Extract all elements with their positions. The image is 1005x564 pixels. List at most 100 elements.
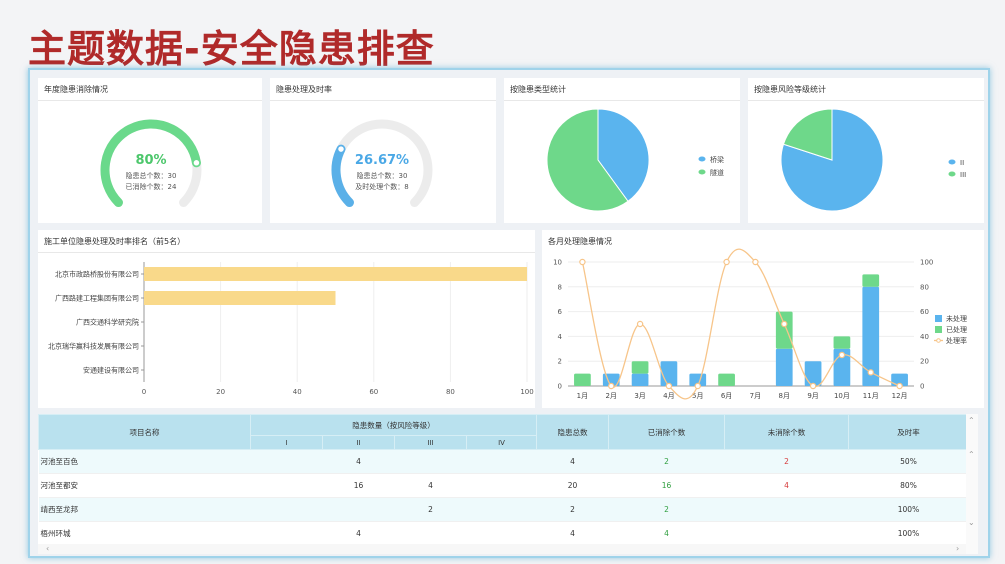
project-table-container[interactable]: 项目名称 隐患数量（按风险等级） 隐患总数 已消除个数 未消除个数 及时率 I … [38, 414, 978, 554]
cell-total: 4 [536, 449, 609, 474]
bar-processed[interactable] [775, 311, 793, 349]
annual-done: 已消除个数：24 [126, 182, 177, 191]
y-tick-label: 10 [553, 259, 562, 267]
project-name: 河池至百色 [38, 449, 251, 474]
monthly-panel: 各月处理隐患情况 0 2 4 6 8 10 0 20 40 60 80 100 1月 2月 3月 4月 5月 6月… [542, 230, 984, 408]
x-tick-label: 7月 [750, 392, 761, 400]
rate-point[interactable] [665, 382, 673, 390]
cell-level-i [250, 449, 323, 474]
table-row[interactable]: 河池至百色 4 4 2 2 50% [38, 449, 969, 474]
rate-point[interactable] [752, 258, 759, 266]
category-label: 北京瑞华赢科技发展有限公司 [48, 342, 139, 351]
cell-eliminated: 4 [608, 521, 725, 546]
cell-level-iii: 2 [394, 497, 467, 522]
y2-tick-label: 40 [920, 333, 929, 341]
timely-total: 隐患总个数：30 [357, 171, 408, 180]
horizontal-scrollbar[interactable]: ‹ › [38, 544, 966, 554]
annual-elimination-panel: 年度隐患消除情况 80% 隐患总个数：30 已消除个数：24 [38, 78, 262, 223]
x-tick-label: 8月 [779, 392, 790, 400]
col-header-rate: 及时率 [848, 414, 969, 450]
project-name: 梧州环城 [38, 521, 251, 546]
bar-processed[interactable] [833, 336, 851, 349]
legend-swatch [935, 315, 942, 322]
col-header-total: 隐患总数 [536, 414, 609, 450]
y2-tick-label: 60 [920, 308, 929, 316]
bar-unprocessed[interactable] [775, 348, 793, 386]
bar-processed[interactable] [718, 373, 735, 386]
scroll-up-icon[interactable]: ⌃ [968, 450, 975, 459]
rate-point[interactable] [608, 382, 615, 390]
cell-rate: 100% [848, 497, 969, 522]
x-tick-label: 0 [142, 388, 146, 396]
bar-processed[interactable] [631, 361, 649, 374]
x-tick-label: 40 [293, 388, 302, 396]
cell-pending: 2 [724, 449, 849, 474]
bar-processed[interactable] [862, 274, 880, 287]
cell-level-iii: 4 [394, 473, 467, 498]
annual-total: 隐患总个数：30 [126, 171, 177, 180]
legend-label: 隧道 [710, 168, 724, 177]
legend-swatch [698, 156, 706, 162]
scroll-up-icon[interactable]: ⌃ [968, 416, 975, 425]
rate-point[interactable] [809, 382, 817, 390]
cell-eliminated: 2 [608, 497, 725, 522]
cell-level-i [250, 521, 323, 546]
x-tick-label: 3月 [634, 392, 645, 400]
rate-point[interactable] [838, 351, 846, 359]
ranking-bar-chart: 0 20 40 60 80 100 北京市政路桥股份有限公司广西路建工程集团有限公司广西交通… [48, 262, 534, 396]
annual-gauge: 80% 隐患总个数：30 已消除个数：24 [100, 119, 202, 208]
bar-unprocessed[interactable] [804, 361, 822, 386]
cell-level-ii: 4 [322, 449, 395, 474]
bar-unprocessed[interactable] [631, 373, 649, 386]
cell-level-iv [466, 497, 537, 522]
legend-swatch [948, 159, 956, 165]
y-tick-label: 6 [558, 308, 563, 316]
cell-level-iv [466, 521, 537, 546]
ranking-panel: 施工单位隐患处理及时率排名（前5名） 0 20 40 60 80 100 北京市政路桥股份有… [38, 230, 535, 408]
y2-tick-label: 100 [920, 259, 933, 267]
cell-rate: 100% [848, 521, 969, 546]
cell-level-ii: 16 [322, 473, 395, 498]
rate-point[interactable] [694, 382, 701, 390]
risk-stats-panel: 按隐患风险等级统计 II III [748, 78, 984, 223]
legend-swatch [948, 171, 956, 177]
rate-point[interactable] [867, 369, 874, 376]
x-tick-label: 60 [369, 388, 378, 396]
category-label: 广西路建工程集团有限公司 [55, 294, 139, 303]
cell-level-iii [394, 521, 467, 546]
legend-label: II [960, 159, 964, 167]
y-tick-label: 0 [558, 383, 562, 391]
table-row[interactable]: 梧州环城 4 4 4 100% [38, 521, 969, 546]
rate-point[interactable] [636, 320, 644, 328]
timely-rate-panel: 隐患处理及时率 26.67% 隐患总个数：30 及时处理个数：8 [270, 78, 496, 223]
x-tick-label: 4月 [663, 392, 674, 400]
legend-label: III [960, 171, 966, 179]
col-header-pending: 未消除个数 [724, 414, 849, 450]
vertical-scrollbar[interactable]: ⌃ ⌃ ⌄ [966, 414, 978, 554]
y-tick-label: 8 [558, 283, 562, 291]
y-tick-label: 4 [558, 333, 563, 341]
project-name: 靖西至龙邦 [38, 497, 251, 522]
table-row[interactable]: 河池至都安 16 4 20 16 4 80% [38, 473, 969, 498]
col-header-count-group: 隐患数量（按风险等级） [250, 414, 537, 436]
rate-point[interactable] [781, 320, 788, 328]
rate-point[interactable] [723, 258, 730, 266]
ranking-bar[interactable] [144, 267, 527, 281]
timely-done: 及时处理个数：8 [355, 182, 408, 191]
x-tick-label: 2月 [606, 392, 617, 400]
x-tick-label: 80 [446, 388, 455, 396]
x-tick-label: 10月 [834, 392, 850, 400]
scroll-right-icon[interactable]: › [956, 544, 959, 553]
rate-point[interactable] [579, 258, 586, 266]
col-header-name: 项目名称 [38, 414, 251, 450]
rate-line [581, 248, 900, 400]
rate-point[interactable] [896, 382, 903, 390]
scroll-down-icon[interactable]: ⌄ [968, 518, 975, 527]
category-label: 北京市政路桥股份有限公司 [55, 270, 139, 279]
y-tick-label: 2 [558, 358, 562, 366]
category-label: 安通建设有限公司 [83, 366, 139, 375]
scroll-left-icon[interactable]: ‹ [46, 544, 49, 553]
table-row[interactable]: 靖西至龙邦 2 2 2 100% [38, 497, 969, 522]
ranking-bar[interactable] [144, 291, 336, 305]
bar-processed[interactable] [574, 373, 591, 386]
